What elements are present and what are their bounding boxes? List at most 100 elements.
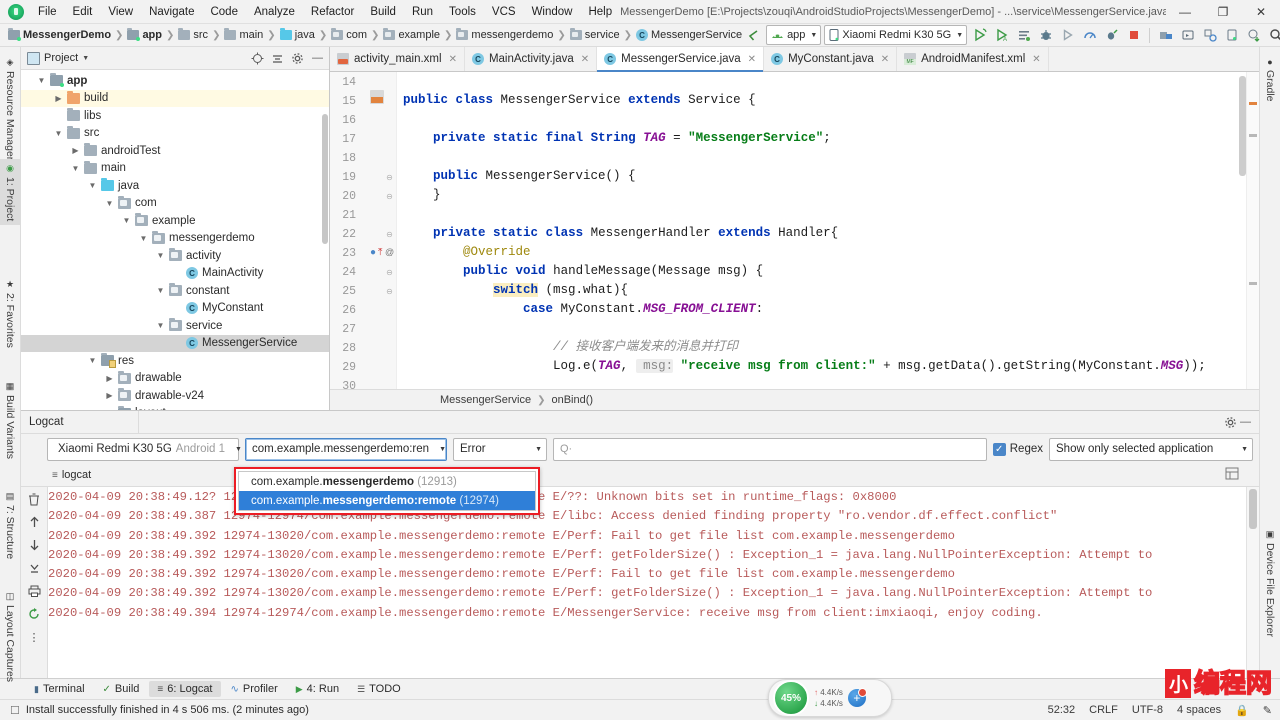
- menu-run[interactable]: Run: [404, 4, 441, 20]
- run-icon[interactable]: [970, 26, 989, 45]
- collapse-arrow-icon[interactable]: ▶: [54, 94, 63, 103]
- logcat-scrollbar-thumb[interactable]: [1249, 489, 1257, 529]
- add-widget-button[interactable]: +: [847, 688, 867, 707]
- network-speed-widget[interactable]: 45% ↑ 4.4K/s ↓ 4.4K/s +: [768, 679, 892, 717]
- breadcrumb-item-src[interactable]: src: [176, 28, 210, 41]
- logcat-search-input[interactable]: Q·: [553, 437, 987, 461]
- logcat-filter-selector[interactable]: Show only selected application ▼: [1049, 437, 1253, 461]
- tab-androidmanifest-xml[interactable]: AndroidManifest.xml ✕: [897, 47, 1049, 71]
- close-button[interactable]: ✕: [1242, 0, 1280, 23]
- menu-window[interactable]: Window: [524, 4, 581, 20]
- bottom-tab-profiler[interactable]: ∿ Profiler: [223, 681, 286, 697]
- code-editor[interactable]: ● ⤒ @ 14 15 16 17 18 19 20 21 22 23 24 25 26 27 28 29 30…: [330, 72, 1259, 389]
- close-icon[interactable]: ✕: [1032, 54, 1040, 65]
- tree-node-constant[interactable]: ▼ constant: [21, 282, 329, 300]
- code-fold-icon[interactable]: ⊖: [385, 263, 394, 282]
- logcat-process-selector[interactable]: com.example.messengerdemo:ren ▼: [245, 437, 447, 461]
- tree-node-myconstant[interactable]: C MyConstant: [21, 300, 329, 318]
- breadcrumb-item-service[interactable]: service: [568, 28, 622, 41]
- code-fold-icon[interactable]: ⊖: [385, 282, 394, 301]
- more-icon[interactable]: ⋮: [25, 629, 43, 645]
- editor-breadcrumb-method[interactable]: onBind(): [551, 394, 593, 406]
- logcat-device-selector[interactable]: Xiaomi Redmi K30 5G Android 1 ▼: [47, 437, 242, 461]
- tree-node-main[interactable]: ▼ main: [21, 160, 329, 178]
- code-fold-icon[interactable]: ⊖: [385, 187, 394, 206]
- breadcrumb-item-app[interactable]: app: [125, 28, 164, 41]
- menu-edit[interactable]: Edit: [65, 4, 101, 20]
- logcat-settings-icon[interactable]: [1223, 415, 1238, 430]
- override-marker-icon[interactable]: @: [385, 243, 394, 262]
- menu-help[interactable]: Help: [580, 4, 620, 20]
- tab-messengerservice-java[interactable]: C MessengerService.java ✕: [597, 47, 765, 72]
- breadcrumb-item-example[interactable]: example: [381, 28, 442, 41]
- clear-icon[interactable]: [25, 491, 43, 507]
- run-configuration-selector[interactable]: app ▼: [766, 25, 822, 45]
- scroll-down-icon[interactable]: [25, 537, 43, 553]
- tree-node-libs[interactable]: libs: [21, 107, 329, 125]
- tree-node-app[interactable]: ▼ app: [21, 72, 329, 90]
- logcat-level-selector[interactable]: Error ▼: [453, 437, 547, 461]
- menu-file[interactable]: File: [30, 4, 65, 20]
- code-fold-icon[interactable]: ⊖: [385, 225, 394, 244]
- restart-icon[interactable]: [25, 606, 43, 622]
- bottom-tab-build[interactable]: ✓ Build: [95, 681, 148, 697]
- profile-icon[interactable]: [1080, 26, 1099, 45]
- process-dropdown-item[interactable]: com.example. messengerdemo (12913): [239, 472, 535, 491]
- project-panel-title-group[interactable]: Project ▼: [27, 51, 245, 65]
- expand-arrow-icon[interactable]: ▼: [156, 286, 165, 295]
- apply-changes-icon[interactable]: A: [992, 26, 1011, 45]
- tree-node-messengerservice[interactable]: C MessengerService: [21, 334, 329, 352]
- lock-icon[interactable]: 🔒: [1235, 704, 1249, 717]
- editor-error-stripe[interactable]: [1246, 72, 1259, 389]
- logcat-scroll-track[interactable]: [1246, 487, 1259, 678]
- tree-node-java[interactable]: ▼ java: [21, 177, 329, 195]
- editor-scrollbar[interactable]: [1239, 76, 1246, 176]
- search-icon[interactable]: [1266, 26, 1280, 45]
- breadcrumb-item-messengerdemo[interactable]: messengerdemo: [454, 28, 555, 41]
- code-fold-icon[interactable]: ⊖: [385, 168, 394, 187]
- breakpoint-icon[interactable]: ●: [370, 243, 376, 262]
- locate-icon[interactable]: [250, 51, 265, 66]
- close-icon[interactable]: ✕: [748, 54, 756, 65]
- collapse-arrow-icon[interactable]: ▶: [105, 391, 114, 400]
- logcat-subtab[interactable]: ≡ logcat: [47, 468, 96, 482]
- expand-arrow-icon[interactable]: ▼: [156, 251, 165, 260]
- tree-node-drawable[interactable]: ▶ drawable: [21, 370, 329, 388]
- close-icon[interactable]: ✕: [449, 54, 457, 65]
- settings-icon[interactable]: [290, 51, 305, 66]
- sidebar-item-resource-manager[interactable]: ◈ Resource Manager: [0, 53, 20, 164]
- tree-node-src[interactable]: ▼ src: [21, 125, 329, 143]
- sdk-manager-icon[interactable]: [1156, 26, 1175, 45]
- minimize-button[interactable]: —: [1166, 0, 1204, 23]
- sync-gradle-icon[interactable]: [1244, 26, 1263, 45]
- run-with-coverage-icon[interactable]: [1102, 26, 1121, 45]
- sidebar-item-project[interactable]: ◉ 1: Project: [0, 159, 20, 226]
- menu-tools[interactable]: Tools: [441, 4, 484, 20]
- breadcrumb-item-class[interactable]: C MessengerService: [634, 29, 744, 41]
- menu-view[interactable]: View: [100, 4, 141, 20]
- tree-node-messengerdemo[interactable]: ▼ messengerdemo: [21, 230, 329, 248]
- logcat-soft-wrap-icon[interactable]: [1225, 467, 1259, 483]
- project-scrollbar[interactable]: [322, 114, 328, 244]
- close-icon[interactable]: ✕: [581, 54, 589, 65]
- logcat-regex-toggle[interactable]: ✓ Regex: [992, 442, 1043, 456]
- project-tree[interactable]: ▼ app ▶ build libs ▼ src ▶ androidTest ▼ main ▼ java…: [21, 70, 329, 410]
- tree-node-mainactivity[interactable]: C MainActivity: [21, 265, 329, 283]
- tab-activity-main-xml[interactable]: activity_main.xml ✕: [330, 47, 465, 71]
- sidebar-item-gradle[interactable]: ● Gradle: [1260, 53, 1280, 106]
- expand-arrow-icon[interactable]: ▼: [88, 181, 97, 190]
- device-file-explorer-icon[interactable]: [1222, 26, 1241, 45]
- apply-code-changes-icon[interactable]: [1014, 26, 1033, 45]
- menu-code[interactable]: Code: [202, 4, 246, 20]
- bottom-tab-todo[interactable]: ☰ TODO: [349, 681, 409, 697]
- layout-inspector-icon[interactable]: [1200, 26, 1219, 45]
- tree-node-layout[interactable]: ▼ layout: [21, 405, 329, 410]
- sidebar-item-layout-captures[interactable]: ◫ Layout Captures: [0, 587, 20, 686]
- back-arrow-icon[interactable]: [744, 26, 763, 45]
- avd-manager-icon[interactable]: [1178, 26, 1197, 45]
- menu-vcs[interactable]: VCS: [484, 4, 524, 20]
- inspection-icon[interactable]: ✎: [1263, 704, 1272, 717]
- menu-analyze[interactable]: Analyze: [246, 4, 303, 20]
- collapse-arrow-icon[interactable]: ▶: [105, 374, 114, 383]
- expand-arrow-icon[interactable]: ▼: [71, 164, 80, 173]
